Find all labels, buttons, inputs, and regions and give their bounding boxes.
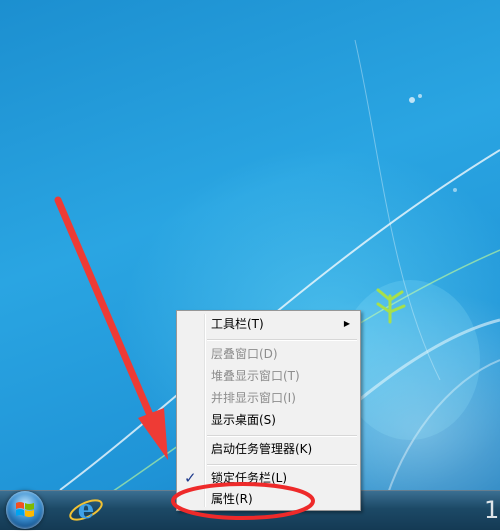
taskbar-context-menu: 工具栏(T) ▶ 层叠窗口(D) 堆叠显示窗口(T) 并排显示窗口(I) 显示桌… (176, 310, 361, 511)
internet-explorer-icon: e (69, 495, 103, 525)
menu-item-label: 并排显示窗口(I) (211, 391, 296, 405)
menu-item-show-desktop[interactable]: 显示桌面(S) (179, 409, 358, 431)
svg-text:e: e (78, 495, 95, 525)
menu-separator (207, 339, 357, 341)
menu-separator (207, 435, 357, 437)
menu-item-label: 层叠窗口(D) (211, 347, 278, 361)
menu-item-properties[interactable]: 属性(R) (179, 488, 358, 510)
tray-partial-glyph: 1 (484, 496, 500, 524)
menu-item-stack-windows[interactable]: 堆叠显示窗口(T) (179, 365, 358, 387)
checkmark-icon: ✓ (184, 469, 197, 487)
start-button[interactable] (6, 491, 44, 529)
menu-separator (207, 464, 357, 466)
menu-item-toolbars[interactable]: 工具栏(T) ▶ (179, 313, 358, 335)
menu-item-task-manager[interactable]: 启动任务管理器(K) (179, 438, 358, 460)
submenu-arrow-icon: ▶ (343, 319, 350, 328)
menu-item-label: 堆叠显示窗口(T) (211, 369, 300, 383)
menu-item-side-by-side-windows[interactable]: 并排显示窗口(I) (179, 387, 358, 409)
menu-item-label: 锁定任务栏(L) (211, 471, 288, 485)
menu-item-lock-taskbar[interactable]: ✓ 锁定任务栏(L) (179, 467, 358, 489)
menu-item-label: 启动任务管理器(K) (211, 442, 313, 456)
menu-item-label: 显示桌面(S) (211, 413, 276, 427)
menu-item-label: 工具栏(T) (211, 317, 264, 331)
menu-item-label: 属性(R) (211, 492, 253, 506)
menu-item-cascade-windows[interactable]: 层叠窗口(D) (179, 343, 358, 365)
internet-explorer-taskbar-button[interactable]: e (66, 493, 106, 527)
windows-logo-icon (16, 502, 34, 517)
